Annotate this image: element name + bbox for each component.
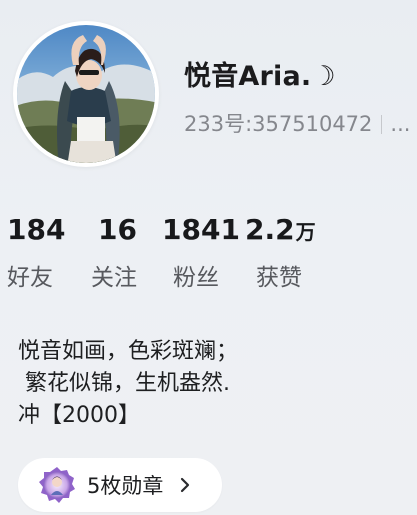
stat-value: 184 — [7, 213, 66, 246]
divider — [381, 115, 383, 134]
account-id: 233号:357510472 — [184, 112, 373, 136]
medal-badge-icon — [39, 467, 75, 503]
username: 悦音Aria.☽ — [184, 61, 336, 92]
avatar[interactable] — [13, 21, 159, 167]
bio-line: 冲【2000】 — [18, 403, 140, 428]
bio: 悦音如画，色彩斑斓； 繁花似锦，生机盎然. 冲【2000】 — [18, 336, 238, 432]
stats-row: 184 好友 16 关注 1841 粉丝 2.2万 获赞 — [0, 212, 417, 302]
stat-fans[interactable]: 1841 粉丝 — [162, 212, 241, 292]
chevron-right-icon — [181, 477, 190, 493]
stat-friends[interactable]: 184 好友 — [7, 212, 66, 292]
stat-label: 好友 — [7, 265, 53, 291]
stat-value: 16 — [98, 213, 137, 246]
stat-value: 2.2万 — [245, 213, 316, 246]
avatar-photo — [17, 25, 155, 163]
stat-likes[interactable]: 2.2万 获赞 — [245, 212, 316, 292]
bio-line: 悦音如画，色彩斑斓； — [18, 339, 239, 364]
account-id-row[interactable]: 233号:357510472... — [184, 108, 410, 138]
stat-following[interactable]: 16 关注 — [91, 212, 138, 292]
stat-label: 粉丝 — [173, 265, 219, 291]
stat-label: 关注 — [91, 265, 137, 291]
medals-label: 5枚勋章 — [87, 474, 164, 498]
more-ellipsis: ... — [390, 112, 411, 136]
bio-line: 繁花似锦，生机盎然. — [18, 371, 230, 396]
medals-button[interactable]: 5枚勋章 — [18, 458, 222, 512]
stat-label: 获赞 — [256, 265, 302, 291]
stat-value: 1841 — [162, 213, 240, 246]
